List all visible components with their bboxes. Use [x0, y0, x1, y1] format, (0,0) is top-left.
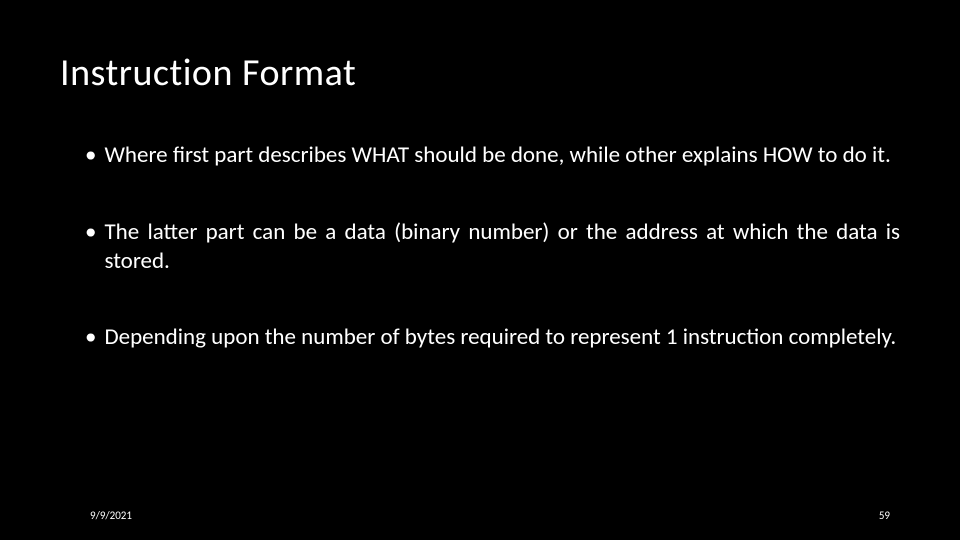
- bullet-marker-icon: •: [85, 323, 104, 352]
- slide-footer: 9/9/2021 59: [0, 509, 960, 522]
- slide-container: Instruction Format • Where first part de…: [0, 0, 960, 540]
- footer-page-number: 59: [879, 509, 890, 522]
- bullet-marker-icon: •: [85, 218, 104, 276]
- bullet-item: • The latter part can be a data (binary …: [85, 218, 900, 276]
- slide-content: • Where first part describes WHAT should…: [60, 141, 900, 352]
- bullet-text: The latter part can be a data (binary nu…: [104, 218, 900, 276]
- bullet-text: Depending upon the number of bytes requi…: [104, 323, 900, 352]
- footer-date: 9/9/2021: [90, 509, 132, 522]
- bullet-marker-icon: •: [85, 141, 104, 170]
- bullet-item: • Depending upon the number of bytes req…: [85, 323, 900, 352]
- slide-title: Instruction Format: [60, 50, 900, 96]
- bullet-item: • Where first part describes WHAT should…: [85, 141, 900, 170]
- bullet-text: Where first part describes WHAT should b…: [104, 141, 900, 170]
